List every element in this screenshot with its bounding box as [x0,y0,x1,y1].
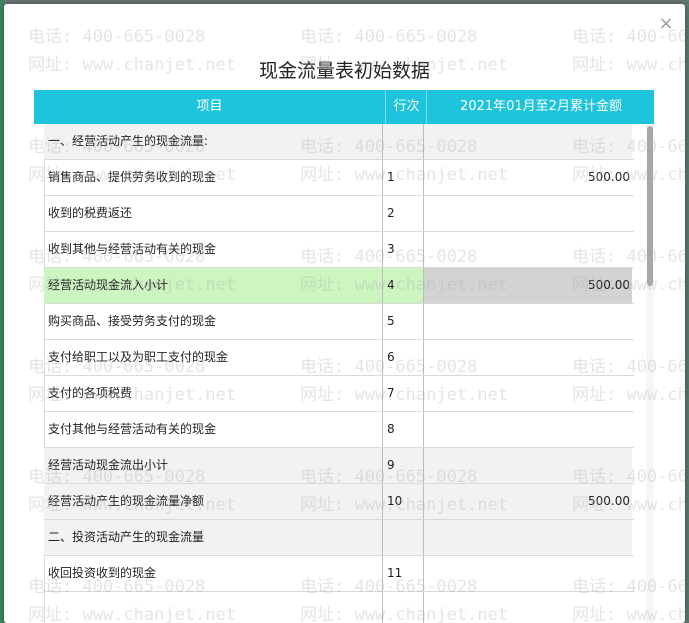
item-cell: 支付给职工以及为职工支付的现金 [44,340,383,375]
watermark-phone: 电话: 400-665-0028 [28,27,206,47]
line-cell: 10 [383,484,424,519]
line-cell: 4 [383,268,424,303]
table-row [44,592,634,623]
line-cell: 1 [383,160,424,195]
column-header-item: 项目 [196,99,223,114]
amount-cell [424,448,632,483]
amount-cell[interactable] [424,592,632,623]
item-cell: 经营活动现金流出小计 [44,448,383,483]
item-cell: 支付的各项税费 [44,376,383,411]
line-cell: 6 [383,340,424,375]
amount-cell: 500.00 [424,268,632,303]
line-cell: 8 [383,412,424,447]
line-cell: 9 [383,448,424,483]
line-cell [383,124,424,159]
item-cell: 一、经营活动产生的现金流量: [44,124,383,159]
line-cell: 3 [383,232,424,267]
cash-flow-initial-data-dialog: × 现金流量表初始数据 项目 行次 2021年01月至2月累计金额 一、经营活动… [4,4,685,623]
amount-cell[interactable] [424,412,632,447]
amount-cell[interactable] [424,376,632,411]
amount-cell[interactable] [424,556,632,591]
dialog-title: 现金流量表初始数据 [258,60,430,82]
line-cell: 11 [383,556,424,591]
amount-cell[interactable] [424,304,632,339]
column-header-line: 行次 [385,90,427,124]
line-cell: 2 [383,196,424,231]
line-cell: 7 [383,376,424,411]
table-row: 支付给职工以及为职工支付的现金 6 [44,340,634,376]
line-cell [383,520,424,555]
item-cell: 收回投资收到的现金 [44,556,383,591]
amount-cell[interactable]: 500.00 [424,160,632,195]
cash-flow-table: 项目 行次 2021年01月至2月累计金额 一、经营活动产生的现金流量: 销售商… [34,90,654,623]
amount-cell[interactable] [424,340,632,375]
vertical-scrollbar[interactable] [646,124,654,623]
table-row: 支付其他与经营活动有关的现金 8 [44,412,634,448]
scrollbar-thumb[interactable] [647,126,653,286]
item-cell: 销售商品、提供劳务收到的现金 [44,160,383,195]
close-icon[interactable]: × [656,14,676,34]
item-cell [44,592,383,623]
item-cell: 收到的税费返还 [44,196,383,231]
table-row: 收回投资收到的现金 11 [44,556,634,592]
amount-cell [424,520,632,555]
amount-cell[interactable] [424,232,632,267]
table-row: 支付的各项税费 7 [44,376,634,412]
table-row: 购买商品、接受劳务支付的现金 5 [44,304,634,340]
item-cell: 经营活动产生的现金流量净额 [44,484,383,519]
watermark-phone: 电话: 400-665-0028 [300,27,478,47]
amount-cell[interactable] [424,196,632,231]
item-cell: 购买商品、接受劳务支付的现金 [44,304,383,339]
table-row: 收到其他与经营活动有关的现金 3 [44,232,634,268]
item-cell: 支付其他与经营活动有关的现金 [44,412,383,447]
item-cell: 二、投资活动产生的现金流量 [44,520,383,555]
table-body: 一、经营活动产生的现金流量: 销售商品、提供劳务收到的现金 1 500.00 收… [44,124,634,623]
table-row: 销售商品、提供劳务收到的现金 1 500.00 [44,160,634,196]
table-row: 二、投资活动产生的现金流量 [44,520,634,556]
item-cell: 经营活动现金流入小计 [44,268,383,303]
line-cell: 5 [383,304,424,339]
table-row: 收到的税费返还 2 [44,196,634,232]
amount-cell: 500.00 [424,484,632,519]
item-cell: 收到其他与经营活动有关的现金 [44,232,383,267]
table-row-highlighted: 经营活动现金流入小计 4 500.00 [44,268,634,304]
table-header: 项目 行次 2021年01月至2月累计金额 [34,90,654,124]
amount-cell[interactable] [424,124,632,159]
table-row: 经营活动现金流出小计 9 [44,448,634,484]
line-cell [383,592,424,623]
table-row: 经营活动产生的现金流量净额 10 500.00 [44,484,634,520]
table-row: 一、经营活动产生的现金流量: [44,124,634,160]
column-header-amount: 2021年01月至2月累计金额 [426,90,654,124]
